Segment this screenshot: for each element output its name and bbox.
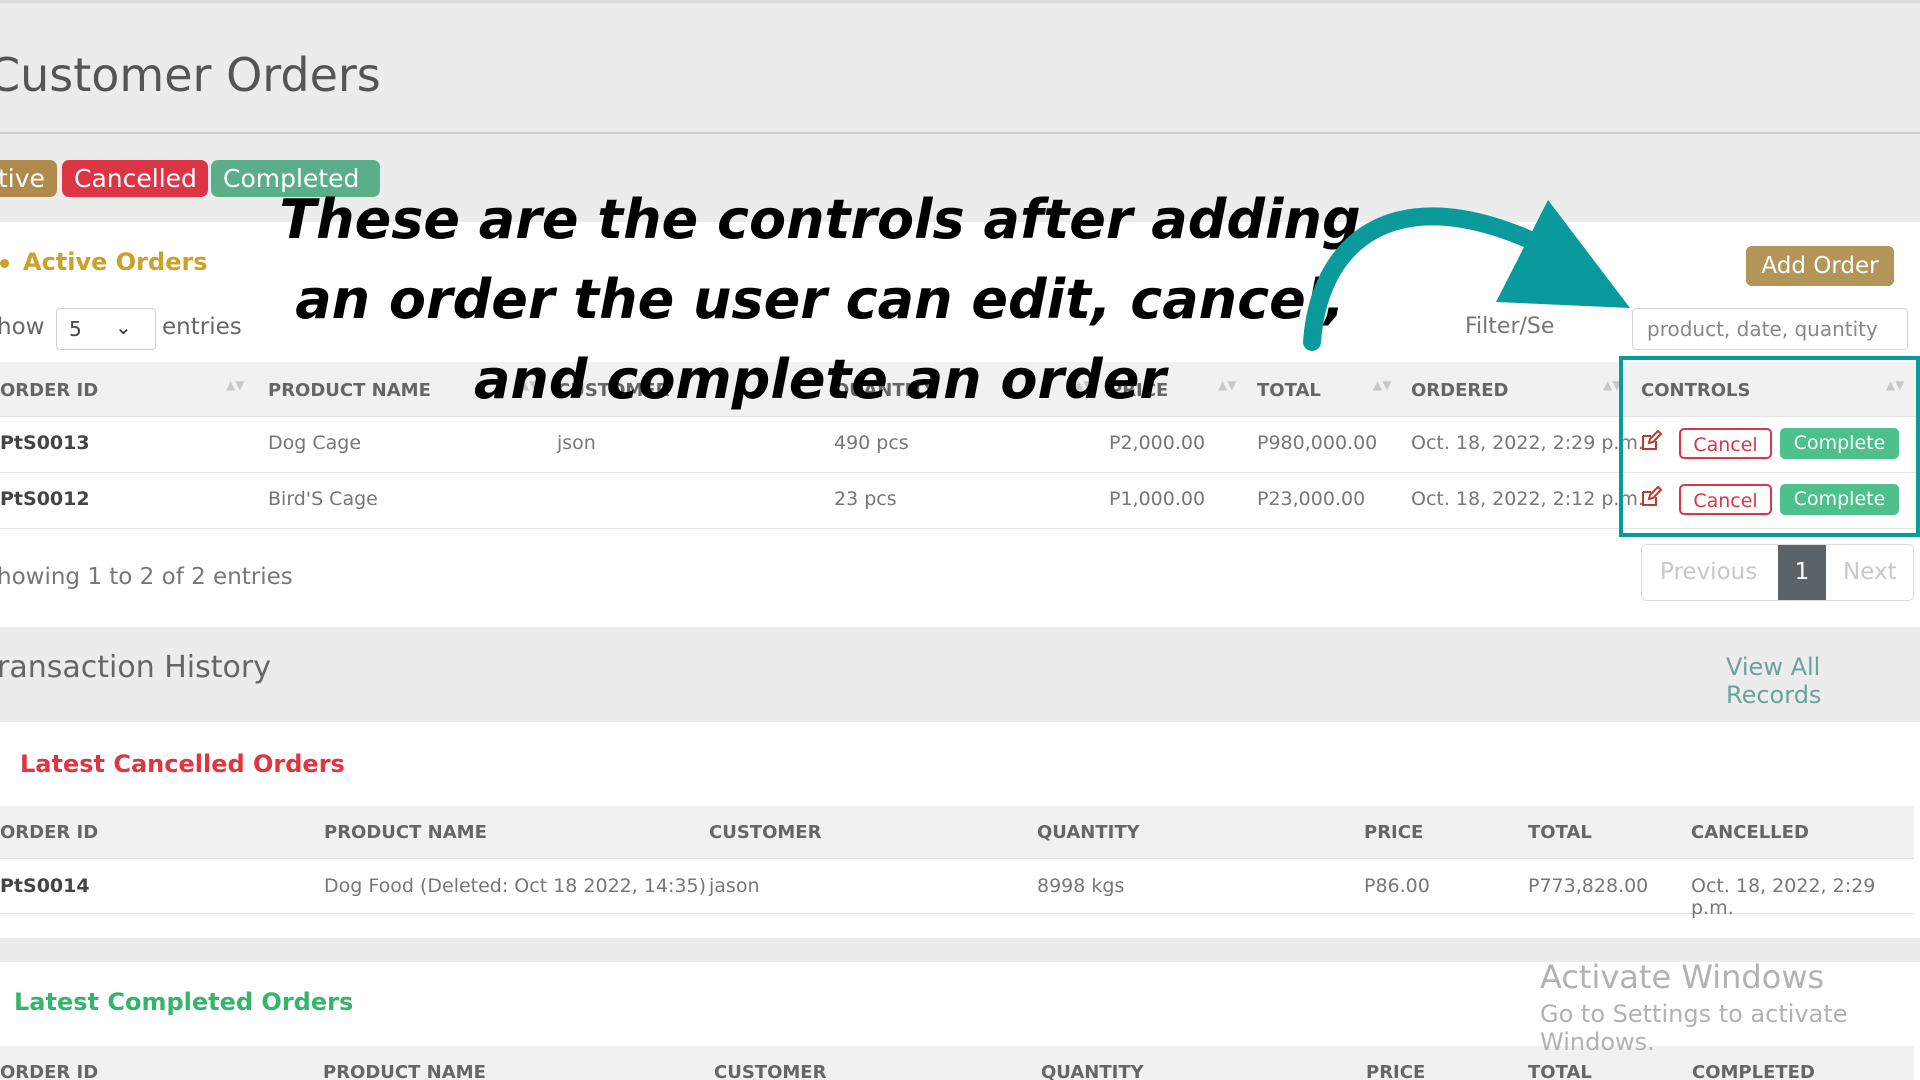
previous-page-button[interactable]: Previous — [1660, 559, 1757, 585]
header-divider — [0, 132, 1920, 134]
quantity: 490 pcs — [834, 432, 909, 454]
sort-icon[interactable]: ▲▼ — [1373, 378, 1391, 392]
col-completed: COMPLETED — [1692, 1062, 1815, 1080]
col-quantity: QUANTITY — [1041, 1062, 1144, 1080]
product-name: Dog Cage — [268, 432, 362, 454]
col-product-name: PRODUCT NAME — [324, 822, 487, 843]
page-1-button[interactable]: 1 — [1778, 545, 1826, 600]
col-price: PRICE — [1366, 1062, 1426, 1080]
bullet-icon — [0, 258, 9, 268]
price: P2,000.00 — [1109, 432, 1206, 454]
show-label: how — [0, 314, 45, 340]
active-orders-heading: Active Orders — [0, 248, 208, 276]
customer: json — [557, 432, 596, 454]
entries-select[interactable]: 5 ⌄ — [56, 308, 156, 350]
controls-highlight-box — [1619, 356, 1920, 537]
filter-pill-cancelled[interactable]: Cancelled — [62, 160, 208, 197]
col-price: PRICE — [1364, 822, 1424, 843]
page: Customer Orders tive Cancelled Completed… — [0, 0, 1920, 1080]
add-order-button[interactable]: Add Order — [1746, 246, 1894, 286]
col-product-name: PRODUCT NAME — [323, 1062, 486, 1080]
entries-label: entries — [162, 314, 242, 340]
product-name: Dog Food (Deleted: Oct 18 2022, 14:35) — [324, 875, 707, 897]
order-id: PtS0013 — [0, 432, 90, 454]
page-title: Customer Orders — [0, 48, 381, 102]
order-id: PtS0014 — [0, 875, 90, 897]
col-customer: CUSTOMER — [714, 1062, 827, 1080]
transaction-history-title: ransaction History — [0, 650, 271, 685]
total: P980,000.00 — [1257, 432, 1378, 454]
product-name: Bird'S Cage — [268, 488, 378, 510]
search-input[interactable]: product, date, quantity — [1632, 308, 1908, 350]
quantity: 23 pcs — [834, 488, 897, 510]
col-order-id: ORDER ID — [0, 1062, 99, 1080]
activate-windows-title: Activate Windows — [1540, 958, 1825, 996]
chevron-down-icon: ⌄ — [115, 315, 132, 339]
activate-windows-subtitle: Go to Settings to activate Windows. — [1540, 1000, 1848, 1056]
curved-arrow-icon — [1303, 200, 1630, 351]
col-order-id[interactable]: ORDER ID — [0, 380, 98, 401]
col-customer: CUSTOMER — [709, 822, 822, 843]
showing-entries-text: howing 1 to 2 of 2 entries — [0, 564, 293, 590]
col-order-id: ORDER ID — [0, 822, 99, 843]
total: P773,828.00 — [1528, 875, 1649, 897]
pagination: Previous 1 Next — [1641, 544, 1914, 601]
price: P1,000.00 — [1109, 488, 1206, 510]
latest-completed-title: Latest Completed Orders — [14, 988, 354, 1016]
customer: jason — [709, 875, 760, 897]
table-row: PtS0014 Dog Food (Deleted: Oct 18 2022, … — [0, 859, 1914, 919]
col-quantity: QUANTITY — [1037, 822, 1140, 843]
view-all-records-link[interactable]: View All Records — [1726, 653, 1920, 709]
annotation-caption: These are the controls after adding an o… — [279, 188, 1361, 411]
col-total: TOTAL — [1528, 1062, 1592, 1080]
next-page-button[interactable]: Next — [1843, 559, 1897, 585]
latest-cancelled-section: Latest Cancelled Orders ORDER ID PRODUCT… — [0, 722, 1920, 938]
cancelled-date: Oct. 18, 2022, 2:29 p.m. — [1691, 875, 1876, 919]
sort-icon[interactable]: ▲▼ — [226, 378, 244, 392]
col-total: TOTAL — [1528, 822, 1592, 843]
col-cancelled: CANCELLED — [1691, 822, 1809, 843]
entries-value: 5 — [69, 317, 82, 341]
latest-cancelled-title: Latest Cancelled Orders — [20, 750, 345, 778]
quantity: 8998 kgs — [1037, 875, 1125, 897]
price: P86.00 — [1364, 875, 1430, 897]
cancelled-table-header: ORDER ID PRODUCT NAME CUSTOMER QUANTITY … — [0, 806, 1914, 859]
active-orders-title: Active Orders — [23, 248, 208, 276]
ordered-date: Oct. 18, 2022, 2:29 p.m. — [1411, 432, 1644, 454]
top-divider — [0, 0, 1920, 3]
total: P23,000.00 — [1257, 488, 1366, 510]
ordered-date: Oct. 18, 2022, 2:12 p.m. — [1411, 488, 1644, 510]
order-id: PtS0012 — [0, 488, 90, 510]
col-ordered[interactable]: ORDERED — [1411, 380, 1509, 401]
filter-pill-active[interactable]: tive — [0, 160, 57, 197]
